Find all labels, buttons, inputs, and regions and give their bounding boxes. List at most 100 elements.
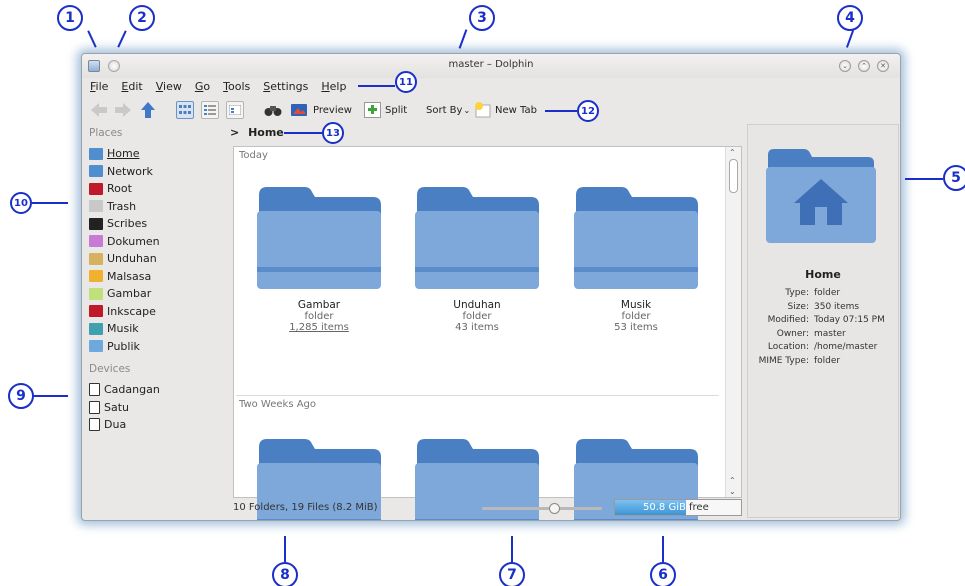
folder-item[interactable]: Musik folder 53 items (561, 181, 711, 333)
back-button[interactable] (90, 99, 108, 121)
window-title: master – Dolphin (448, 59, 534, 70)
forward-arrow-icon (115, 103, 131, 117)
menu-edit[interactable]: Edit (121, 80, 142, 96)
sidebar-item-scribes[interactable]: Scribes (89, 215, 228, 233)
sidebar-item-musik[interactable]: Musik (89, 320, 228, 338)
home-folder-large-icon (766, 149, 876, 243)
up-button[interactable] (140, 99, 156, 121)
device-item-cadangan[interactable]: Cadangan (89, 381, 228, 399)
scroll-up-icon[interactable]: ⌃ (729, 148, 736, 157)
preview-button[interactable]: Preview (291, 99, 352, 121)
folder-tan-icon (89, 252, 103, 265)
places-list: Home Network Root Trash Scribes Dokumen Unduha… (89, 145, 228, 355)
sidebar-item-malsasa[interactable]: Malsasa (89, 268, 228, 286)
sidebar-item-home[interactable]: Home (89, 145, 228, 163)
device-item-satu[interactable]: Satu (89, 399, 228, 417)
sidebar-item-label: Home (107, 147, 140, 161)
sidebar-item-label: Gambar (107, 287, 152, 301)
menu-file[interactable]: File (90, 80, 108, 96)
new-tab-button[interactable]: New Tab (474, 99, 537, 121)
menu-tools[interactable]: Tools (223, 80, 250, 96)
sidebar-item-dokumen[interactable]: Dokumen (89, 233, 228, 251)
callout-11-line (358, 85, 395, 87)
back-arrow-icon (91, 103, 107, 117)
split-button[interactable]: Split (364, 99, 407, 121)
info-key: Owner: (776, 328, 809, 339)
dolphin-window: master – Dolphin ⌄ ⌃ ✕ File Edit View Go… (81, 53, 901, 521)
forward-button[interactable] (114, 99, 132, 121)
folder-name: Gambar (297, 299, 341, 311)
menu-settings[interactable]: Settings (263, 80, 308, 96)
sidebar-item-label: Musik (107, 322, 139, 336)
sort-by-label: Sort By (426, 104, 463, 116)
sort-by-button[interactable]: Sort By ⌄ (426, 99, 470, 121)
sidebar-item-root[interactable]: Root (89, 180, 228, 198)
breadcrumb-home[interactable]: Home (248, 126, 284, 139)
folder-green-icon (89, 287, 103, 300)
callout-5-line (905, 178, 943, 180)
sidebar-item-label: Network (107, 164, 153, 178)
trash-icon (89, 200, 103, 213)
icons-view-icon (176, 101, 194, 119)
sidebar-item-unduhan[interactable]: Unduhan (89, 250, 228, 268)
callout-5: 5 (943, 165, 965, 191)
sidebar-item-label: Dokumen (107, 234, 160, 248)
zoom-slider-handle[interactable] (549, 503, 560, 514)
scroll-down-icon[interactable]: ⌄ (729, 487, 736, 496)
folder-black-icon (89, 217, 103, 230)
info-key: Type: (785, 288, 809, 298)
devices-list: Cadangan Satu Dua (89, 381, 228, 434)
callout-4: 4 (837, 5, 863, 31)
folder-icon (257, 187, 381, 289)
folder-view[interactable]: Today Gambar folder 1,285 items Unduhan fold… (233, 146, 742, 520)
device-item-dua[interactable]: Dua (89, 416, 228, 434)
chevron-right-icon: > (230, 126, 240, 139)
home-folder-icon (89, 147, 103, 160)
group-divider (236, 395, 719, 396)
info-key: MIME Type: (758, 355, 809, 366)
details-view-button[interactable] (226, 99, 244, 121)
folder-item[interactable]: Gambar folder 1,285 items (244, 181, 394, 333)
info-panel-name: Home (805, 268, 841, 281)
folder-item[interactable]: Unduhan folder 43 items (402, 181, 552, 333)
info-value: /home/master (814, 342, 878, 352)
scrollbar-thumb[interactable] (729, 159, 738, 193)
menu-view[interactable]: View (156, 80, 182, 96)
folder-item-count: 53 items (614, 322, 658, 333)
places-title: Places (89, 127, 123, 139)
callout-7-line (511, 536, 513, 562)
minimize-button[interactable]: ⌄ (839, 60, 851, 72)
maximize-button[interactable]: ⌃ (858, 60, 870, 72)
compact-view-button[interactable] (201, 99, 219, 121)
free-space-indicator[interactable]: 50.8 GiB free (614, 499, 742, 516)
sidebar-item-inkscape[interactable]: Inkscape (89, 303, 228, 321)
find-button[interactable] (264, 99, 282, 121)
sidebar-item-publik[interactable]: Publik (89, 338, 228, 356)
sidebar-item-trash[interactable]: Trash (89, 198, 228, 216)
info-value: folder (814, 355, 841, 366)
information-panel: Home Type: folder Size: 350 items Modified: T… (747, 124, 899, 518)
breadcrumb[interactable]: > Home (230, 126, 284, 142)
info-key: Modified: (767, 315, 809, 325)
menu-help[interactable]: Help (321, 80, 346, 96)
close-button[interactable]: ✕ (877, 60, 889, 72)
vertical-scrollbar[interactable]: ⌃ ⌃ ⌄ (725, 147, 741, 497)
drive-icon (89, 400, 100, 414)
group-label-two-weeks: Two Weeks Ago (239, 399, 317, 410)
compact-view-icon (201, 101, 219, 119)
callout-10: 10 (10, 192, 32, 214)
menu-bar: File Edit View Go Tools Settings Help (90, 80, 346, 96)
menu-go[interactable]: Go (195, 80, 210, 96)
zoom-slider[interactable] (482, 503, 602, 514)
callout-12: 12 (577, 100, 599, 122)
split-icon (364, 102, 381, 118)
scroll-up-icon-bottom[interactable]: ⌃ (729, 476, 736, 485)
icons-view-button[interactable] (176, 99, 194, 121)
sidebar-item-gambar[interactable]: Gambar (89, 285, 228, 303)
title-bar[interactable]: master – Dolphin ⌄ ⌃ ✕ (82, 54, 900, 78)
sidebar-item-network[interactable]: Network (89, 163, 228, 181)
callout-1: 1 (57, 5, 83, 31)
callout-9: 9 (8, 383, 34, 409)
info-row: Location: /home/master (748, 342, 898, 356)
sidebar-item-label: Unduhan (107, 252, 157, 266)
